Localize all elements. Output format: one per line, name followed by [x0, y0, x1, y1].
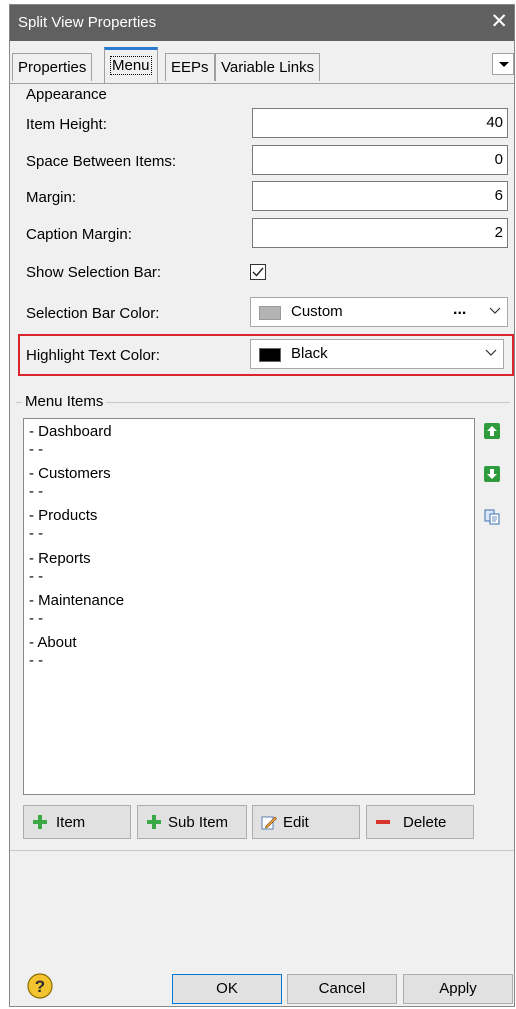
tab-variable-links[interactable]: Variable Links — [215, 53, 321, 81]
tab-eeps[interactable]: EEPs — [165, 53, 215, 81]
chevron-down-icon[interactable] — [485, 346, 497, 358]
move-down-icon[interactable] — [484, 466, 500, 482]
tab-eeps-label: EEPs — [171, 59, 209, 76]
margin-input[interactable]: 6 — [252, 181, 508, 211]
list-item[interactable]: - - — [29, 652, 43, 670]
apply-button[interactable]: Apply — [403, 974, 513, 1004]
add-sub-item-label: Sub Item — [168, 814, 229, 831]
window-title: Split View Properties — [18, 14, 157, 31]
menu-items-legend: Menu Items — [22, 393, 107, 410]
selection-bar-color-label: Selection Bar Color: — [26, 305, 160, 322]
section-divider — [10, 850, 514, 851]
tab-variable-links-label: Variable Links — [221, 59, 315, 76]
more-options-button[interactable]: ... — [453, 301, 466, 319]
copy-icon[interactable] — [484, 509, 500, 525]
edit-button[interactable]: Edit — [252, 805, 360, 839]
list-item[interactable]: - About — [29, 634, 77, 652]
help-icon[interactable]: ? — [26, 972, 54, 1000]
list-item[interactable]: - - — [29, 483, 43, 501]
menu-items-group: Menu Items — [16, 393, 510, 410]
margin-label: Margin: — [26, 189, 77, 206]
plus-icon — [147, 815, 161, 829]
close-icon[interactable]: ✕ — [490, 10, 508, 34]
tab-strip: Properties Menu EEPs Variable Links — [10, 41, 514, 83]
item-height-input[interactable]: 40 — [252, 108, 508, 138]
selection-bar-color-value: Custom — [291, 303, 343, 320]
tab-properties[interactable]: Properties — [12, 53, 93, 81]
item-height-label: Item Height: — [26, 116, 107, 133]
edit-label: Edit — [283, 814, 309, 831]
color-swatch — [259, 306, 281, 320]
add-sub-item-button[interactable]: Sub Item — [137, 805, 247, 839]
move-up-icon[interactable] — [484, 423, 500, 439]
list-item[interactable]: - - — [29, 441, 43, 459]
show-selection-bar-label: Show Selection Bar: — [26, 264, 162, 281]
menu-items-list[interactable]: - Dashboard - - - Customers - - - Produc… — [23, 418, 475, 795]
split-view-properties-dialog: Split View Properties ✕ Properties Menu … — [9, 4, 515, 1007]
show-selection-bar-checkbox[interactable] — [250, 264, 266, 280]
tab-menu[interactable]: Menu — [104, 47, 158, 83]
list-item[interactable]: - Products — [29, 507, 97, 525]
list-item[interactable]: - - — [29, 610, 43, 628]
highlight-text-color-label: Highlight Text Color: — [26, 347, 160, 364]
color-swatch — [259, 348, 281, 362]
chevron-down-icon[interactable] — [489, 304, 501, 316]
space-between-label: Space Between Items: — [26, 153, 177, 170]
selection-bar-color-combo[interactable]: Custom ... — [250, 297, 508, 327]
minus-icon — [376, 820, 390, 824]
add-item-button[interactable]: Item — [23, 805, 131, 839]
add-item-label: Item — [56, 814, 86, 831]
delete-label: Delete — [403, 814, 447, 831]
list-item[interactable]: - Dashboard — [29, 423, 112, 441]
list-item[interactable]: - - — [29, 568, 43, 586]
highlight-text-color-combo[interactable]: Black — [250, 339, 504, 369]
delete-button[interactable]: Delete — [366, 805, 474, 839]
space-between-input[interactable]: 0 — [252, 145, 508, 175]
list-item[interactable]: - - — [29, 525, 43, 543]
plus-icon — [33, 815, 47, 829]
tab-properties-label: Properties — [18, 59, 87, 76]
caption-margin-label: Caption Margin: — [26, 226, 132, 243]
tab-menu-label: Menu — [110, 56, 152, 75]
tab-divider — [10, 83, 514, 84]
checkmark-icon — [252, 267, 264, 277]
title-bar[interactable]: Split View Properties ✕ — [10, 5, 514, 41]
list-item[interactable]: - Customers — [29, 465, 111, 483]
cancel-button[interactable]: Cancel — [287, 974, 397, 1004]
list-item[interactable]: - Maintenance — [29, 592, 124, 610]
caption-margin-input[interactable]: 2 — [252, 218, 508, 248]
tab-overflow-dropdown[interactable] — [492, 53, 514, 75]
ok-button[interactable]: OK — [172, 974, 282, 1004]
svg-text:?: ? — [35, 977, 45, 996]
edit-icon — [261, 816, 277, 830]
list-item[interactable]: - Reports — [29, 550, 91, 568]
highlight-text-color-value: Black — [291, 345, 328, 362]
appearance-legend: Appearance — [23, 86, 110, 103]
